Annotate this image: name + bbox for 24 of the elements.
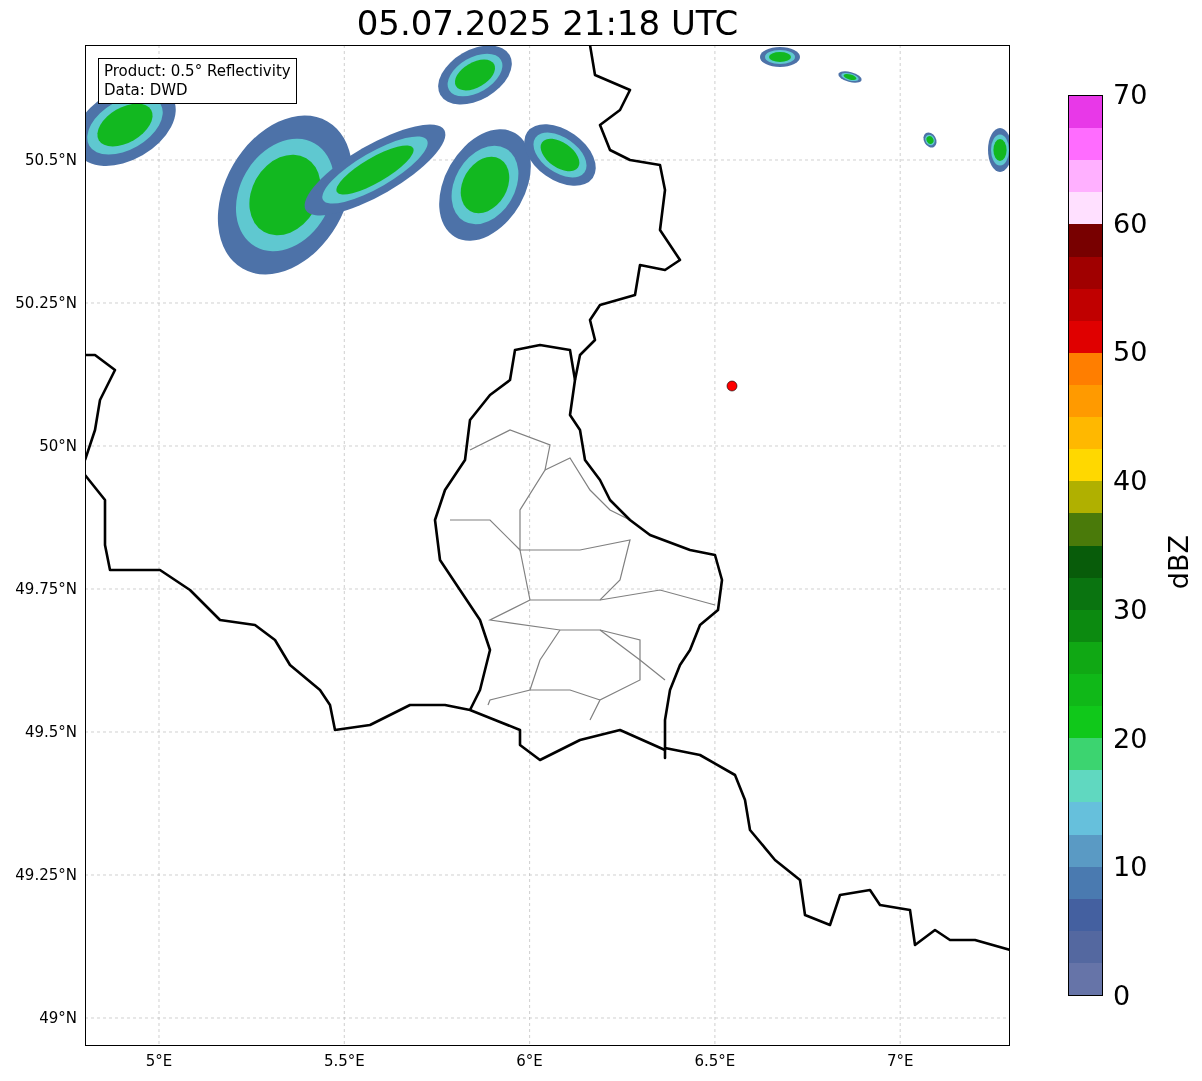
chart-title: 05.07.2025 21:18 UTC	[356, 2, 739, 43]
colorbar-tick-label: 60	[1113, 207, 1148, 240]
colorbar-tick-label: 40	[1113, 465, 1148, 498]
colorbar-tick-label: 10	[1113, 851, 1148, 884]
longitude-label: 6°E	[515, 1052, 544, 1070]
latitude-label: 50°N	[39, 437, 77, 455]
colorbar-tick-label: 70	[1113, 79, 1148, 111]
colorbar-tick-label: 0	[1113, 980, 1131, 1012]
latitude-label: 49.5°N	[24, 723, 77, 741]
latitude-label: 49.75°N	[15, 580, 77, 598]
latitude-label: 49°N	[39, 1009, 77, 1027]
longitude-label: 5°E	[144, 1052, 174, 1070]
longitude-label: 7°E	[885, 1052, 915, 1070]
colorbar-tick-label: 50	[1113, 336, 1148, 369]
legend-text: Product: 0.5° Reflectivity	[104, 62, 291, 81]
colorbar-tick-label: 30	[1113, 593, 1148, 626]
colorbar-tick-label: 20	[1113, 722, 1148, 755]
latitude-label: 50.5°N	[24, 151, 77, 169]
latitude-label: 50.25°N	[15, 294, 77, 312]
longitude-label: 6.5°E	[693, 1052, 737, 1070]
latitude-label: 49.25°N	[15, 866, 77, 884]
longitude-label: 5.5°E	[322, 1052, 366, 1070]
colorbar-label: dBZ	[1162, 535, 1195, 590]
legend-text: Data: DWD	[104, 81, 189, 100]
